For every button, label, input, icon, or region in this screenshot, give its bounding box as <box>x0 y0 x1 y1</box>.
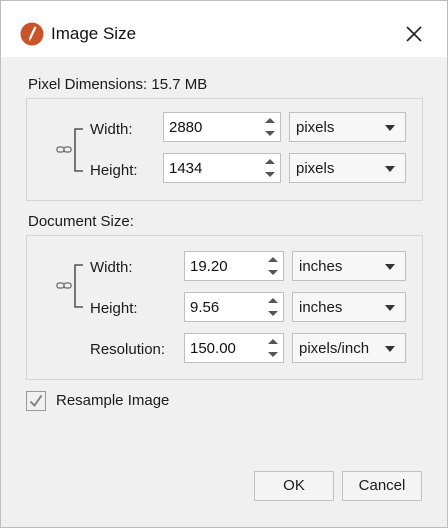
close-icon <box>406 26 422 42</box>
pixel-size-value: 15.7 MB <box>151 76 208 93</box>
chevron-down-icon <box>385 346 395 352</box>
pixel-height-label: Height: <box>90 162 138 179</box>
resample-image-label[interactable]: Resample Image <box>56 392 169 409</box>
resolution-unit-dropdown[interactable]: pixels/inch <box>292 333 406 363</box>
resample-image-checkbox[interactable] <box>26 391 46 411</box>
document-height-input[interactable] <box>185 293 264 321</box>
checkmark-icon <box>29 394 43 407</box>
decrement-arrow-icon[interactable] <box>262 168 278 181</box>
dropdown-value: pixels <box>296 160 335 177</box>
resolution-spinbox[interactable] <box>184 333 284 363</box>
document-height-spinbox[interactable] <box>184 292 284 322</box>
document-height-label: Height: <box>90 300 138 317</box>
resolution-label: Resolution: <box>90 341 166 358</box>
spin-arrows <box>260 113 280 141</box>
spin-arrows <box>263 293 283 321</box>
image-size-dialog: Image Size Pixel Dimensions: 15.7 MB Wid… <box>0 0 448 528</box>
document-width-label: Width: <box>90 259 133 276</box>
chevron-down-icon <box>385 125 395 131</box>
increment-arrow-icon[interactable] <box>262 114 278 127</box>
document-width-unit-dropdown[interactable]: inches <box>292 251 406 281</box>
chevron-down-icon <box>385 264 395 270</box>
brush-pen-icon <box>20 22 44 46</box>
document-width-spinbox[interactable] <box>184 251 284 281</box>
cancel-button[interactable]: Cancel <box>342 471 422 501</box>
dropdown-value: inches <box>299 258 343 275</box>
pixel-width-label: Width: <box>90 121 133 138</box>
decrement-arrow-icon[interactable] <box>262 127 278 140</box>
pixel-width-spinbox[interactable] <box>163 112 281 142</box>
pixel-height-unit-dropdown[interactable]: pixels <box>289 153 406 183</box>
close-button[interactable] <box>397 19 431 49</box>
document-size-label: Document Size: <box>28 213 134 230</box>
ok-button[interactable]: OK <box>254 471 334 501</box>
pixel-height-input[interactable] <box>164 154 261 182</box>
dropdown-value: pixels/inch <box>299 340 370 357</box>
chain-link-icon <box>54 264 83 308</box>
chevron-down-icon <box>385 166 395 172</box>
dialog-title: Image Size <box>51 24 137 43</box>
spin-arrows <box>260 154 280 182</box>
decrement-arrow-icon[interactable] <box>265 266 281 279</box>
decrement-arrow-icon[interactable] <box>265 307 281 320</box>
document-height-unit-dropdown[interactable]: inches <box>292 292 406 322</box>
increment-arrow-icon[interactable] <box>262 155 278 168</box>
resolution-input[interactable] <box>185 334 264 362</box>
document-width-input[interactable] <box>185 252 264 280</box>
dropdown-value: pixels <box>296 119 335 136</box>
spin-arrows <box>263 252 283 280</box>
increment-arrow-icon[interactable] <box>265 294 281 307</box>
dropdown-value: inches <box>299 299 343 316</box>
pixel-height-spinbox[interactable] <box>163 153 281 183</box>
title-bar: Image Size <box>1 1 447 57</box>
pixel-dimensions-label: Pixel Dimensions: 15.7 MB <box>28 76 208 93</box>
increment-arrow-icon[interactable] <box>265 335 281 348</box>
spin-arrows <box>263 334 283 362</box>
pixel-width-unit-dropdown[interactable]: pixels <box>289 112 406 142</box>
chevron-down-icon <box>385 305 395 311</box>
decrement-arrow-icon[interactable] <box>265 348 281 361</box>
increment-arrow-icon[interactable] <box>265 253 281 266</box>
pixel-width-input[interactable] <box>164 113 261 141</box>
chain-link-icon <box>54 128 83 172</box>
